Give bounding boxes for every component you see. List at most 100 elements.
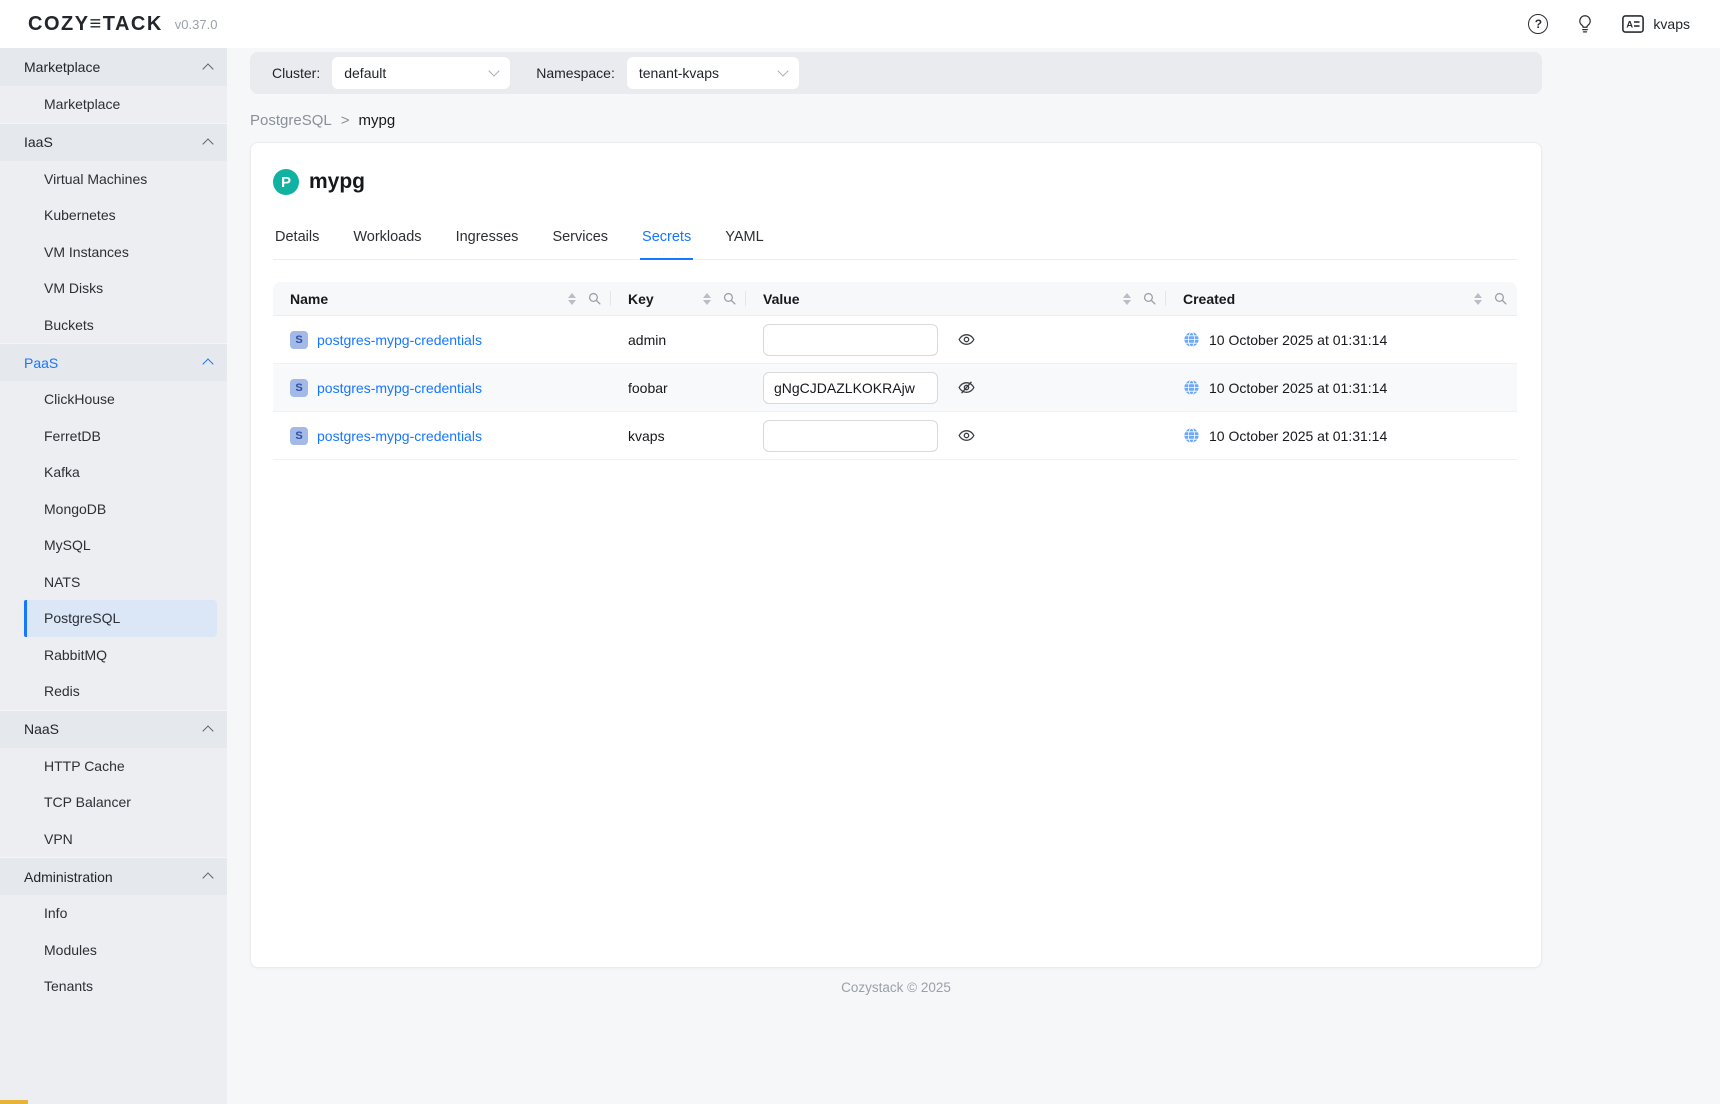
sidebar-item-http-cache[interactable]: HTTP Cache: [24, 748, 217, 785]
sidebar-item-ferretdb[interactable]: FerretDB: [24, 418, 217, 455]
secret-name-link[interactable]: postgres-mypg-credentials: [317, 428, 482, 444]
secret-value-input[interactable]: [763, 324, 938, 356]
sidebar-item-rabbitmq[interactable]: RabbitMQ: [24, 637, 217, 674]
sidebar-item-mongodb[interactable]: MongoDB: [24, 491, 217, 528]
sidebar: Marketplace Marketplace IaaS Virtual Mac…: [0, 48, 227, 1104]
secret-icon: S: [290, 331, 308, 349]
page-title: mypg: [309, 170, 365, 194]
sidebar-item-redis[interactable]: Redis: [24, 673, 217, 710]
eye-icon[interactable]: [958, 427, 975, 444]
globe-icon: [1183, 427, 1200, 444]
globe-icon: [1183, 379, 1200, 396]
topbar: COZY≡TACK v0.37.0 ? A kvaps: [0, 0, 1720, 48]
value-cell: [746, 372, 1166, 404]
column-title: Value: [763, 291, 800, 307]
chevron-up-icon: [202, 358, 213, 369]
resource-header: P mypg: [273, 169, 1517, 195]
sidebar-item-vm-instances[interactable]: VM Instances: [24, 234, 217, 271]
breadcrumb-postgresql[interactable]: PostgreSQL: [250, 112, 332, 129]
search-icon[interactable]: [588, 292, 601, 305]
sidebar-item-virtual-machines[interactable]: Virtual Machines: [24, 161, 217, 198]
secret-name-link[interactable]: postgres-mypg-credentials: [317, 332, 482, 348]
tab-details[interactable]: Details: [273, 219, 321, 260]
sidebar-item-tcp-balancer[interactable]: TCP Balancer: [24, 784, 217, 821]
column-title: Key: [628, 291, 654, 307]
help-icon[interactable]: ?: [1528, 14, 1548, 34]
section-label: Administration: [24, 869, 113, 885]
sidebar-section-naas[interactable]: NaaS: [0, 710, 227, 748]
sort-icon[interactable]: [1472, 291, 1484, 307]
sort-icon[interactable]: [701, 291, 713, 307]
sidebar-item-vpn[interactable]: VPN: [24, 821, 217, 858]
secret-value-input[interactable]: [763, 372, 938, 404]
tab-secrets[interactable]: Secrets: [640, 219, 693, 260]
sidebar-item-tenants[interactable]: Tenants: [24, 968, 217, 1005]
sort-icon[interactable]: [1121, 291, 1133, 307]
sidebar-item-kafka[interactable]: Kafka: [24, 454, 217, 491]
tab-workloads[interactable]: Workloads: [351, 219, 423, 260]
namespace-label: Namespace:: [536, 65, 615, 81]
value-cell: [746, 324, 1166, 356]
sidebar-item-vm-disks[interactable]: VM Disks: [24, 270, 217, 307]
created-text: 10 October 2025 at 01:31:14: [1209, 332, 1387, 348]
table-row: S postgres-mypg-credentials kvaps: [273, 412, 1517, 460]
breadcrumb: PostgreSQL > mypg: [250, 108, 1542, 132]
cluster-select-value: default: [344, 65, 386, 81]
resource-tabs: Details Workloads Ingresses Services Sec…: [273, 219, 1517, 260]
column-title: Name: [290, 291, 328, 307]
search-icon[interactable]: [723, 292, 736, 305]
footer-copyright: Cozystack © 2025: [250, 980, 1542, 995]
sidebar-scroll-indicator: [0, 1100, 28, 1104]
eye-slash-icon[interactable]: [958, 379, 975, 396]
secret-value-input[interactable]: [763, 420, 938, 452]
created-cell: 10 October 2025 at 01:31:14: [1166, 379, 1517, 396]
sidebar-item-clickhouse[interactable]: ClickHouse: [24, 381, 217, 418]
postgres-resource-icon: P: [273, 169, 299, 195]
sidebar-section-paas[interactable]: PaaS: [0, 343, 227, 381]
section-label: NaaS: [24, 721, 59, 737]
lightbulb-icon[interactable]: [1576, 14, 1594, 34]
secrets-table: Name Key: [273, 282, 1517, 460]
secret-key: kvaps: [611, 428, 746, 444]
topbar-actions: ? A kvaps: [1528, 14, 1690, 34]
column-header-key: Key: [611, 282, 746, 315]
eye-icon[interactable]: [958, 331, 975, 348]
column-header-name: Name: [273, 282, 611, 315]
chevron-down-icon: [777, 65, 788, 76]
sidebar-item-marketplace[interactable]: Marketplace: [24, 86, 217, 123]
globe-icon: [1183, 331, 1200, 348]
namespace-select[interactable]: tenant-kvaps: [627, 57, 799, 89]
breadcrumb-current: mypg: [358, 112, 395, 129]
user-menu[interactable]: A kvaps: [1622, 15, 1690, 33]
breadcrumb-separator: >: [341, 112, 350, 129]
sidebar-item-modules[interactable]: Modules: [24, 932, 217, 969]
sidebar-item-nats[interactable]: NATS: [24, 564, 217, 601]
tab-services[interactable]: Services: [550, 219, 610, 260]
secret-name-link[interactable]: postgres-mypg-credentials: [317, 380, 482, 396]
sidebar-item-postgresql[interactable]: PostgreSQL: [24, 600, 217, 637]
sidebar-section-marketplace[interactable]: Marketplace: [0, 48, 227, 86]
secret-icon: S: [290, 427, 308, 445]
sidebar-section-iaas[interactable]: IaaS: [0, 123, 227, 161]
app-logo[interactable]: COZY≡TACK: [28, 13, 163, 36]
chevron-up-icon: [202, 725, 213, 736]
secret-icon: S: [290, 379, 308, 397]
sidebar-item-info[interactable]: Info: [24, 895, 217, 932]
chevron-up-icon: [202, 138, 213, 149]
cluster-select[interactable]: default: [332, 57, 510, 89]
namespace-select-value: tenant-kvaps: [639, 65, 719, 81]
name-cell: S postgres-mypg-credentials: [273, 331, 611, 349]
sidebar-item-buckets[interactable]: Buckets: [24, 307, 217, 344]
sidebar-item-kubernetes[interactable]: Kubernetes: [24, 197, 217, 234]
secret-key: admin: [611, 332, 746, 348]
tab-yaml[interactable]: YAML: [723, 219, 765, 260]
section-label: PaaS: [24, 355, 58, 371]
tab-ingresses[interactable]: Ingresses: [454, 219, 521, 260]
search-icon[interactable]: [1143, 292, 1156, 305]
search-icon[interactable]: [1494, 292, 1507, 305]
sidebar-section-administration[interactable]: Administration: [0, 857, 227, 895]
section-label: IaaS: [24, 134, 53, 150]
sidebar-item-mysql[interactable]: MySQL: [24, 527, 217, 564]
sort-icon[interactable]: [566, 291, 578, 307]
main-content: Cluster: default Namespace: tenant-kvaps…: [227, 48, 1720, 1104]
